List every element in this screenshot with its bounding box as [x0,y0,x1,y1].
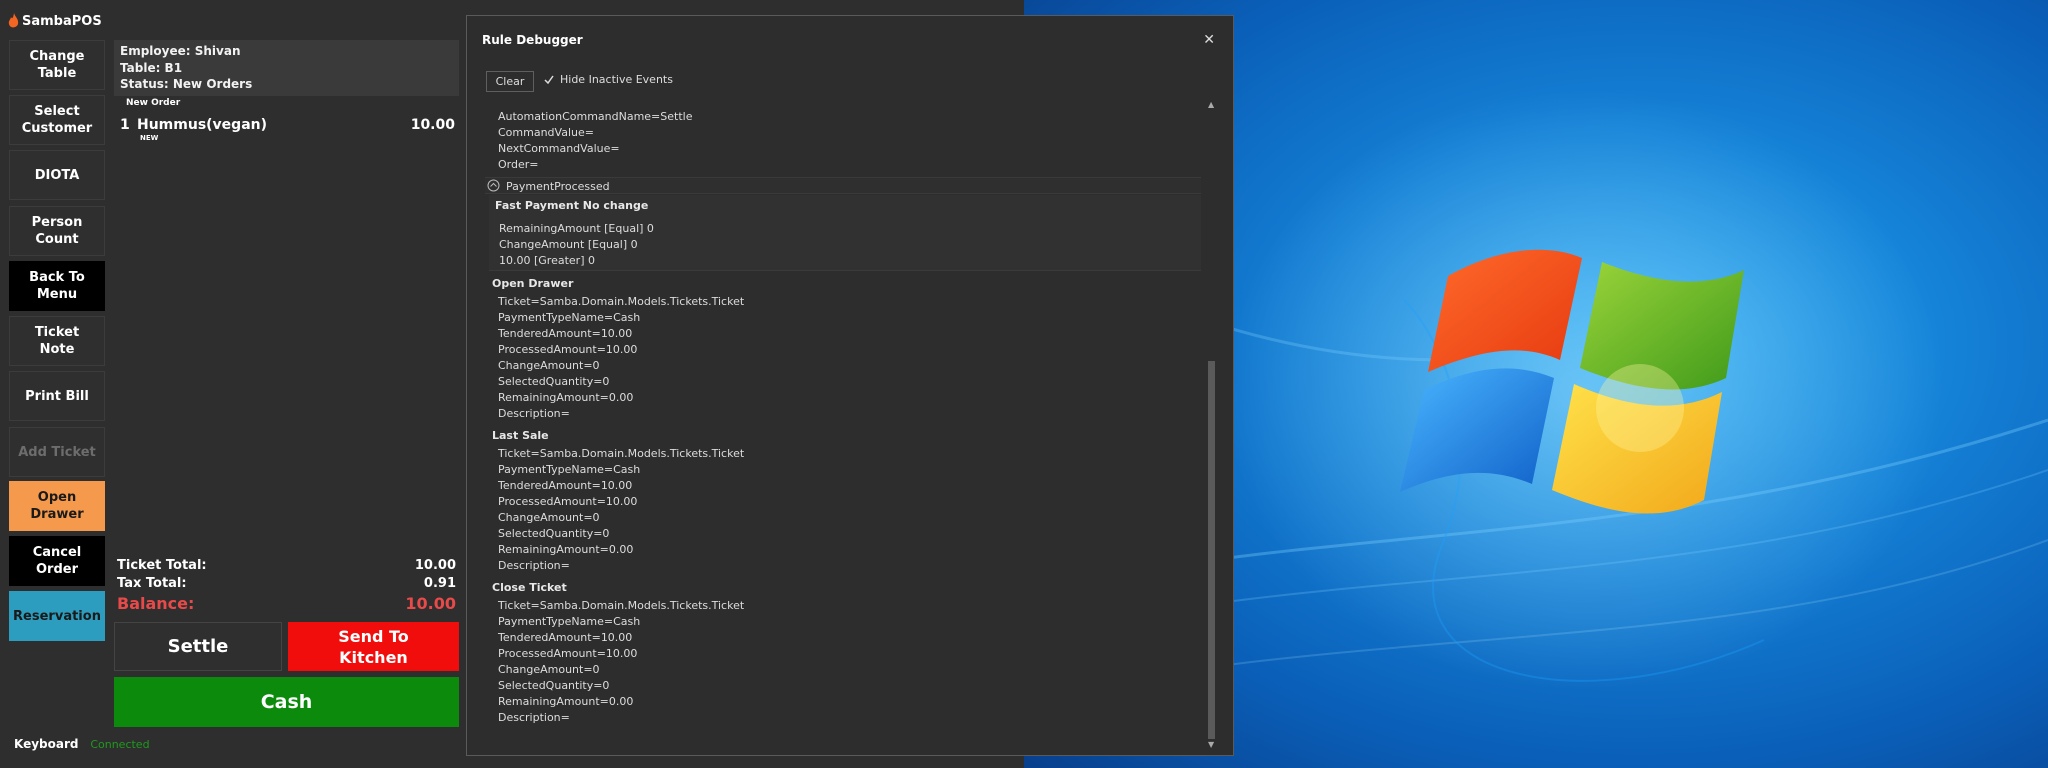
action-param: TenderedAmount=10.00 [498,479,633,492]
collapse-up-icon[interactable] [487,179,500,194]
scroll-up-icon[interactable]: ▲ [1208,100,1214,109]
sambapos-logo-icon [8,13,19,29]
log-line: CommandValue= [498,126,594,139]
action-param: TenderedAmount=10.00 [498,631,633,644]
diota-button[interactable]: DIOTA [9,150,105,200]
action-param: Ticket=Samba.Domain.Models.Tickets.Ticke… [498,295,745,308]
balance-row: Balance: 10.00 [117,594,456,613]
send-to-kitchen-button[interactable]: Send To Kitchen [288,622,459,671]
tax-total-label: Tax Total: [117,576,187,591]
action-param: ProcessedAmount=10.00 [498,343,638,356]
constraint-line: 10.00 [Greater] 0 [499,254,595,267]
keyboard-button[interactable]: Keyboard [14,737,79,751]
balance-value: 10.00 [405,594,456,613]
action-param: PaymentTypeName=Cash [498,615,641,628]
log-line: Order= [498,158,539,171]
action-param: PaymentTypeName=Cash [498,463,641,476]
checkmark-icon [543,74,555,86]
order-new-tag: NEW [140,134,159,142]
action-param: ChangeAmount=0 [498,359,600,372]
event-name: PaymentProcessed [506,180,610,193]
action-param: ChangeAmount=0 [498,663,600,676]
ticket-status: Status: New Orders [120,77,253,91]
action-name: Close Ticket [492,581,567,594]
change-table-button[interactable]: Change Table [9,40,105,90]
order-line[interactable]: 1 Hummus(vegan) 10.00 NEW [118,117,458,145]
constraint-line: ChangeAmount [Equal] 0 [499,238,638,251]
action-param: Ticket=Samba.Domain.Models.Tickets.Ticke… [498,447,745,460]
action-param: RemainingAmount=0.00 [498,391,634,404]
cancel-order-button[interactable]: Cancel Order [9,536,105,586]
ticket-table: Table: B1 [120,60,183,75]
connection-status: Connected [90,738,150,751]
ticket-total-label: Ticket Total: [117,558,207,573]
scrollbar-thumb[interactable] [1208,361,1215,739]
person-count-button[interactable]: Person Count [9,206,105,256]
action-param: SelectedQuantity=0 [498,375,610,388]
order-name: Hummus(vegan) [137,117,268,133]
rule-name: Fast Payment No change [495,199,649,212]
action-param: ProcessedAmount=10.00 [498,495,638,508]
add-ticket-button[interactable]: Add Ticket [9,427,105,477]
action-param: ChangeAmount=0 [498,511,600,524]
action-param: Description= [498,711,570,724]
order-price: 10.00 [410,117,455,133]
action-param: TenderedAmount=10.00 [498,327,633,340]
dialog-title: Rule Debugger [482,33,583,47]
back-to-menu-button[interactable]: Back To Menu [9,261,105,311]
settle-button[interactable]: Settle [114,622,282,671]
debug-log[interactable]: AutomationCommandName=Settle CommandValu… [485,96,1203,742]
rule-debugger-dialog: Rule Debugger ✕ Clear Hide Inactive Even… [466,15,1234,756]
ticket-header[interactable]: Employee: Shivan Table: B1 Status: New O… [114,40,459,96]
order-section-label: New Order [126,98,181,108]
action-param: Ticket=Samba.Domain.Models.Tickets.Ticke… [498,599,745,612]
tax-total-row: Tax Total: 0.91 [117,576,456,594]
action-name: Last Sale [492,429,549,442]
app-title: SambaPOS [22,13,102,29]
action-param: Description= [498,407,570,420]
balance-label: Balance: [117,594,195,613]
scroll-down-icon[interactable]: ▼ [1208,740,1214,749]
status-bar: Keyboard Connected [14,737,150,751]
app-title-bar: SambaPOS [8,9,102,33]
ticket-employee: Employee: Shivan [120,44,241,58]
hide-inactive-label: Hide Inactive Events [560,73,673,86]
select-customer-button[interactable]: Select Customer [9,95,105,145]
action-param: Description= [498,559,570,572]
print-bill-button[interactable]: Print Bill [9,371,105,421]
cash-button[interactable]: Cash [114,677,459,727]
action-param: RemainingAmount=0.00 [498,543,634,556]
hide-inactive-checkbox[interactable]: Hide Inactive Events [543,73,673,86]
log-line: AutomationCommandName=Settle [498,110,693,123]
log-line: NextCommandValue= [498,142,620,155]
action-param: RemainingAmount=0.00 [498,695,634,708]
constraint-line: RemainingAmount [Equal] 0 [499,222,654,235]
order-quantity: 1 [120,117,130,133]
open-drawer-button[interactable]: Open Drawer [9,481,105,531]
tax-total-value: 0.91 [423,576,456,591]
action-name: Open Drawer [492,277,574,290]
ticket-note-button[interactable]: Ticket Note [9,316,105,366]
clear-button[interactable]: Clear [486,71,534,92]
action-param: SelectedQuantity=0 [498,679,610,692]
action-param: ProcessedAmount=10.00 [498,647,638,660]
action-param: PaymentTypeName=Cash [498,311,641,324]
ticket-total-row: Ticket Total: 10.00 [117,558,456,576]
reservation-button[interactable]: Reservation [9,591,105,641]
action-param: SelectedQuantity=0 [498,527,610,540]
ticket-total-value: 10.00 [414,558,456,573]
close-icon[interactable]: ✕ [1203,32,1215,48]
